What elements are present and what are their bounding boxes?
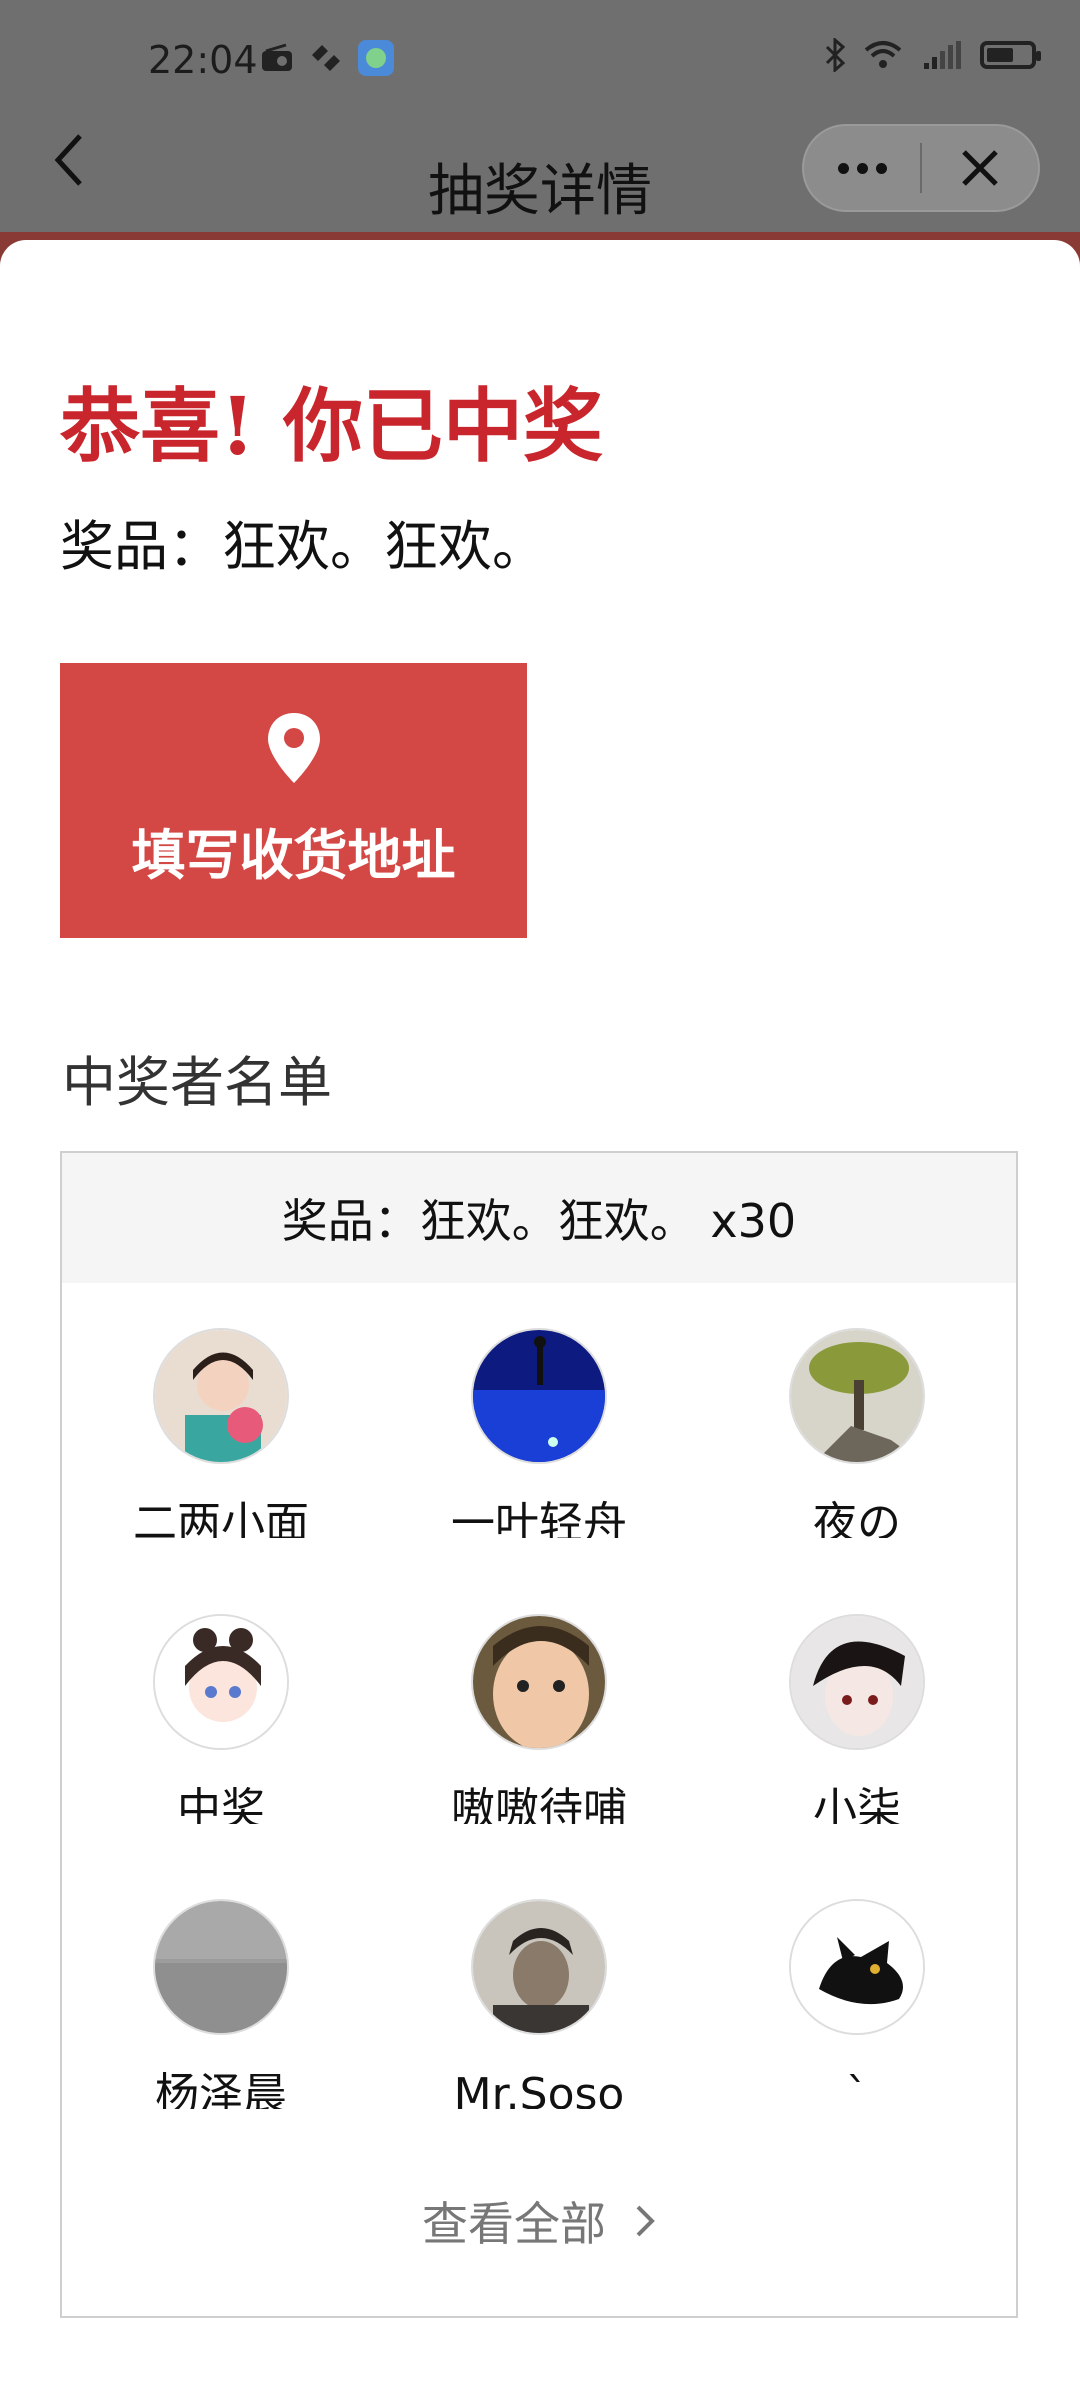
view-all-button[interactable]: 查看全部	[62, 2188, 1016, 2254]
winner-name: 小柒	[813, 1784, 901, 1824]
winner-item[interactable]: 小柒	[698, 1614, 1016, 1824]
winner-name: Mr.Soso	[453, 2069, 625, 2109]
fill-address-button[interactable]: 填写收货地址	[60, 663, 527, 938]
avatar	[471, 1614, 607, 1750]
winner-name: 二两小面	[133, 1498, 309, 1538]
more-button[interactable]	[804, 126, 920, 210]
status-bar: 22:04	[0, 0, 1080, 120]
avatar	[789, 1328, 925, 1464]
status-system-icons	[824, 38, 1041, 72]
radio-icon	[262, 43, 292, 71]
winners-prize-header: 奖品：狂欢。狂欢。 x30	[62, 1153, 1016, 1283]
close-button[interactable]	[922, 126, 1038, 210]
avatar	[789, 1899, 925, 2035]
winners-section-title: 中奖者名单	[62, 1051, 332, 1114]
location-pin-icon	[264, 711, 324, 789]
avatar	[153, 1899, 289, 2035]
winner-name: 嗷嗷待哺	[451, 1784, 627, 1824]
winner-item[interactable]: `	[698, 1899, 1016, 2109]
winner-item[interactable]: 嗷嗷待哺	[380, 1614, 698, 1824]
win-headline: 恭喜! 你已中奖	[60, 379, 603, 473]
heart-link-icon	[312, 45, 340, 71]
winner-item[interactable]: 中奖	[62, 1614, 380, 1824]
winner-name: 一叶轻舟	[451, 1498, 627, 1538]
avatar	[471, 1328, 607, 1464]
winner-name: 中奖	[177, 1784, 265, 1824]
view-all-label: 查看全部	[422, 2197, 606, 2251]
winner-item[interactable]: 杨泽晨	[62, 1899, 380, 2109]
winner-item[interactable]: Mr.Soso	[380, 1899, 698, 2109]
prize-text: 奖品：狂欢。狂欢。	[60, 515, 546, 578]
winner-item[interactable]: 夜の	[698, 1328, 1016, 1538]
avatar	[153, 1614, 289, 1750]
battery-icon	[980, 41, 1041, 69]
winner-name: 夜の	[813, 1498, 901, 1538]
winner-item[interactable]: 二两小面	[62, 1328, 380, 1538]
signal-5g-icon	[924, 41, 961, 69]
winners-list-box: 奖品：狂欢。狂欢。 x30 二两小面 一叶轻舟 夜の 中奖 嗷嗷待哺 小柒 杨泽…	[60, 1151, 1018, 2318]
bluetooth-icon	[825, 38, 846, 72]
mini-program-capsule	[802, 124, 1040, 212]
winner-name: `	[846, 2069, 868, 2109]
winner-name: 杨泽晨	[155, 2069, 287, 2109]
status-notifications	[260, 40, 394, 76]
winner-item[interactable]: 一叶轻舟	[380, 1328, 698, 1538]
nav-bar: 抽奖详情	[0, 120, 1080, 232]
avatar	[789, 1614, 925, 1750]
result-sheet: 恭喜! 你已中奖 奖品：狂欢。狂欢。 填写收货地址 中奖者名单 奖品：狂欢。狂欢…	[0, 240, 1080, 2400]
dot-icon	[856, 162, 868, 174]
dot-icon	[875, 162, 887, 174]
app-notification-icon	[358, 40, 394, 76]
dot-icon	[837, 162, 849, 174]
avatar	[471, 1899, 607, 2035]
wifi-icon	[864, 41, 902, 68]
chevron-right-icon	[636, 2205, 655, 2237]
avatar	[153, 1328, 289, 1464]
fill-address-label: 填写收货地址	[131, 824, 456, 887]
status-time: 22:04	[148, 38, 258, 82]
close-icon	[962, 150, 998, 186]
